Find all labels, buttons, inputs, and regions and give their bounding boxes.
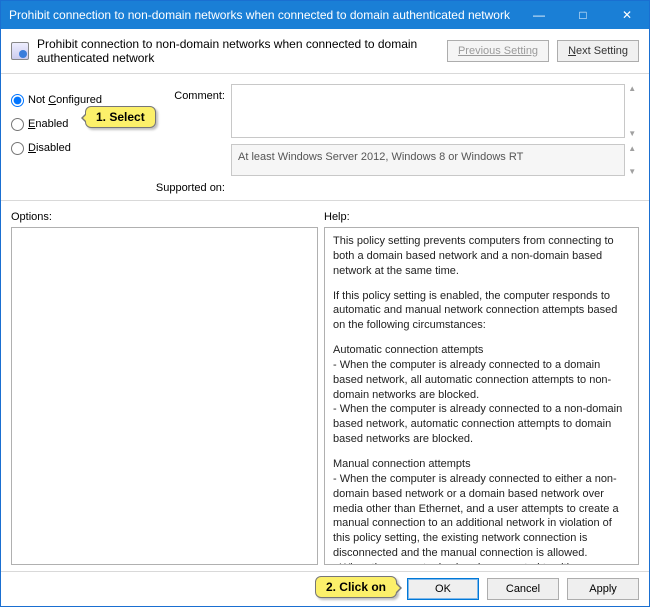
panel-headers: Options: Help: bbox=[1, 211, 649, 223]
window-controls: — □ ✕ bbox=[517, 1, 649, 29]
callout-click: 2. Click on bbox=[315, 576, 397, 598]
scroll-stub[interactable]: ▲▼ bbox=[625, 144, 639, 176]
enabled-label[interactable]: Enabled bbox=[28, 118, 68, 130]
options-header: Options: bbox=[11, 211, 324, 223]
enabled-radio[interactable] bbox=[11, 118, 24, 131]
window-title: Prohibit connection to non-domain networ… bbox=[9, 8, 517, 22]
cancel-button[interactable]: Cancel bbox=[487, 578, 559, 600]
divider bbox=[1, 73, 649, 74]
policy-icon bbox=[11, 42, 29, 60]
maximize-button[interactable]: □ bbox=[561, 1, 605, 29]
panels: This policy setting prevents computers f… bbox=[1, 223, 649, 571]
help-text: If this policy setting is enabled, the c… bbox=[333, 289, 630, 334]
title-bar[interactable]: Prohibit connection to non-domain networ… bbox=[1, 1, 649, 29]
not-configured-label[interactable]: Not Configured bbox=[28, 94, 102, 106]
divider bbox=[1, 200, 649, 201]
toolbar: Prohibit connection to non-domain networ… bbox=[1, 29, 649, 73]
apply-button[interactable]: Apply bbox=[567, 578, 639, 600]
minimize-button[interactable]: — bbox=[517, 1, 561, 29]
field-values: ▲▼ At least Windows Server 2012, Windows… bbox=[231, 84, 639, 194]
comment-label: Comment: bbox=[147, 90, 225, 182]
help-text: Automatic connection attempts - When the… bbox=[333, 343, 630, 447]
help-text: Manual connection attempts - When the co… bbox=[333, 457, 630, 565]
previous-setting-button: Previous Setting bbox=[447, 40, 549, 62]
close-button[interactable]: ✕ bbox=[605, 1, 649, 29]
ok-button[interactable]: OK bbox=[407, 578, 479, 600]
settings-row: Not Configured Enabled Disabled 1. Selec… bbox=[1, 80, 649, 200]
supported-on-text: At least Windows Server 2012, Windows 8 … bbox=[231, 144, 625, 176]
options-pane bbox=[11, 227, 318, 565]
help-text: This policy setting prevents computers f… bbox=[333, 234, 630, 279]
supported-label: Supported on: bbox=[147, 182, 225, 194]
policy-editor-window: Prohibit connection to non-domain networ… bbox=[0, 0, 650, 607]
comment-input[interactable] bbox=[231, 84, 625, 138]
next-setting-button[interactable]: Next Setting bbox=[557, 40, 639, 62]
scroll-stub[interactable]: ▲▼ bbox=[625, 84, 639, 138]
not-configured-radio[interactable] bbox=[11, 94, 24, 107]
state-radios: Not Configured Enabled Disabled 1. Selec… bbox=[11, 84, 141, 194]
footer: 2. Click on OK Cancel Apply bbox=[1, 571, 649, 606]
help-pane[interactable]: This policy setting prevents computers f… bbox=[324, 227, 639, 565]
policy-title: Prohibit connection to non-domain networ… bbox=[37, 37, 439, 65]
field-labels: Comment: Supported on: bbox=[147, 84, 225, 194]
disabled-label[interactable]: Disabled bbox=[28, 142, 71, 154]
callout-select: 1. Select bbox=[85, 106, 156, 128]
disabled-radio[interactable] bbox=[11, 142, 24, 155]
help-header: Help: bbox=[324, 211, 350, 223]
